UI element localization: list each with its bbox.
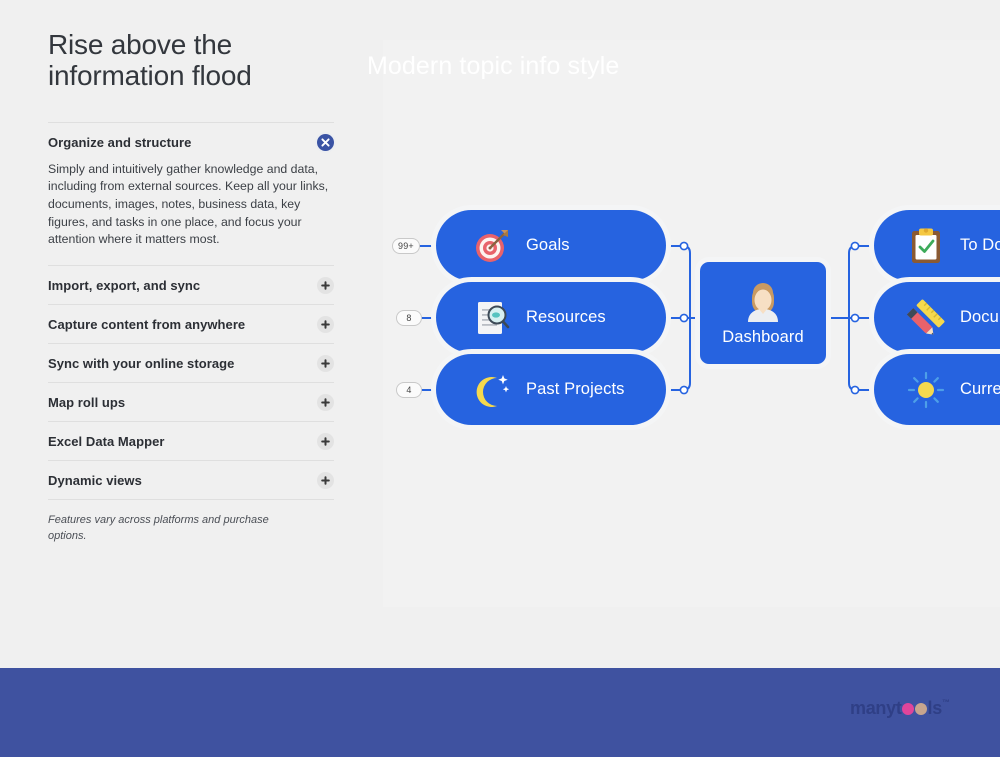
accordion-item-excel-data-mapper: Excel Data Mapper — [48, 421, 334, 460]
target-arrow-icon — [470, 224, 514, 268]
accordion-item-dynamic-views: Dynamic views — [48, 460, 334, 499]
accordion-item-organize-and-structure: Organize and structure Simply and intuit… — [48, 121, 334, 266]
brand-text-part2: ls — [927, 698, 943, 718]
crescent-moon-icon — [470, 368, 514, 412]
features-footnote: Features vary across platforms and purch… — [48, 514, 269, 543]
document-magnifier-icon — [470, 296, 514, 340]
accordion-header-dynamic-views[interactable]: Dynamic views — [48, 461, 334, 499]
footer-title: Modern topic info style — [367, 52, 620, 80]
mindmap-node-label: Resources — [526, 308, 606, 326]
manytools-logo[interactable]: manyt ls ™ — [850, 698, 950, 719]
accordion-title: Dynamic views — [48, 473, 142, 489]
clipboard-check-icon — [904, 224, 948, 268]
accordion-title: Map roll ups — [48, 395, 126, 411]
accordion-item-sync-with-your-online-storage: Sync with your online storage — [48, 343, 334, 382]
mindmap-node-label: Goals — [526, 236, 570, 254]
sun-icon — [904, 368, 948, 412]
badge-past-projects: 4 — [396, 382, 422, 398]
plus-circle-icon[interactable] — [317, 394, 334, 412]
person-avatar-icon — [740, 280, 786, 326]
badge-resources: 8 — [396, 310, 422, 326]
mindmap-node-label: Documents — [960, 308, 1000, 326]
mindmap-node-label: Dashboard — [722, 327, 804, 346]
accordion-header-sync-with-your-online-storage[interactable]: Sync with your online storage — [48, 344, 334, 382]
accordion-list-divider — [48, 499, 334, 501]
accordion-title: Organize and structure — [48, 134, 192, 150]
accordion-item-map-roll-ups: Map roll ups — [48, 382, 334, 421]
plus-circle-icon[interactable] — [317, 355, 334, 373]
mindmap-node-to-do[interactable]: To Do — [874, 210, 1000, 281]
mindmap-canvas[interactable]: 99+ 8 4 Goals Resources Past Projects Da… — [383, 40, 1000, 607]
ruler-pencil-icon — [904, 296, 948, 340]
accordion-header-capture-content-from-anywhere[interactable]: Capture content from anywhere — [48, 305, 334, 343]
mindmap-node-documents[interactable]: Documents — [874, 282, 1000, 353]
accordion-header-import-export-and-sync[interactable]: Import, export, and sync — [48, 266, 334, 304]
plus-circle-icon[interactable] — [317, 433, 334, 451]
accordion-header-organize-and-structure[interactable]: Organize and structure — [48, 123, 334, 161]
accordion-title: Sync with your online storage — [48, 356, 235, 372]
brand-dot-pink-icon — [902, 702, 915, 715]
feature-panel: Rise above the information flood Organiz… — [48, 29, 334, 545]
accordion-title: Capture content from anywhere — [48, 317, 246, 333]
mindmap-node-dashboard[interactable]: Dashboard — [700, 262, 826, 364]
badge-goals: 99+ — [392, 238, 420, 254]
mindmap-node-current[interactable]: Current — [874, 354, 1000, 425]
brand-dot-tan-icon — [915, 702, 928, 715]
page-title-line1: Rise above the — [48, 29, 232, 60]
mindmap-node-resources[interactable]: Resources — [436, 282, 666, 353]
close-circle-icon[interactable] — [317, 133, 334, 151]
page-title-line2: information flood — [48, 59, 252, 91]
accordion-item-import-export-and-sync: Import, export, and sync — [48, 265, 334, 304]
mindmap-node-label: Past Projects — [526, 380, 625, 398]
mindmap-node-goals[interactable]: Goals — [436, 210, 666, 281]
accordion-title: Import, export, and sync — [48, 278, 201, 294]
page-root: Rise above the information flood Organiz… — [0, 0, 1000, 757]
plus-circle-icon[interactable] — [317, 277, 334, 295]
accordion-item-capture-content-from-anywhere: Capture content from anywhere — [48, 304, 334, 343]
trademark-symbol: ™ — [941, 698, 950, 707]
mindmap-node-past-projects[interactable]: Past Projects — [436, 354, 666, 425]
brand-text-part1: manyt — [850, 698, 902, 718]
accordion-title: Excel Data Mapper — [48, 434, 165, 450]
mindmap-node-label: Current — [960, 380, 1000, 398]
mindmap: 99+ 8 4 Goals Resources Past Projects Da… — [383, 40, 1000, 607]
plus-circle-icon[interactable] — [317, 316, 334, 334]
accordion-header-excel-data-mapper[interactable]: Excel Data Mapper — [48, 422, 334, 460]
accordion-list: Organize and structure Simply and intuit… — [48, 121, 334, 501]
mindmap-node-label: To Do — [960, 236, 1000, 254]
plus-circle-icon[interactable] — [317, 472, 334, 490]
page-title: Rise above the information flood — [48, 29, 334, 92]
accordion-header-map-roll-ups[interactable]: Map roll ups — [48, 383, 334, 421]
accordion-body-text: Simply and intuitively gather knowledge … — [48, 161, 329, 247]
